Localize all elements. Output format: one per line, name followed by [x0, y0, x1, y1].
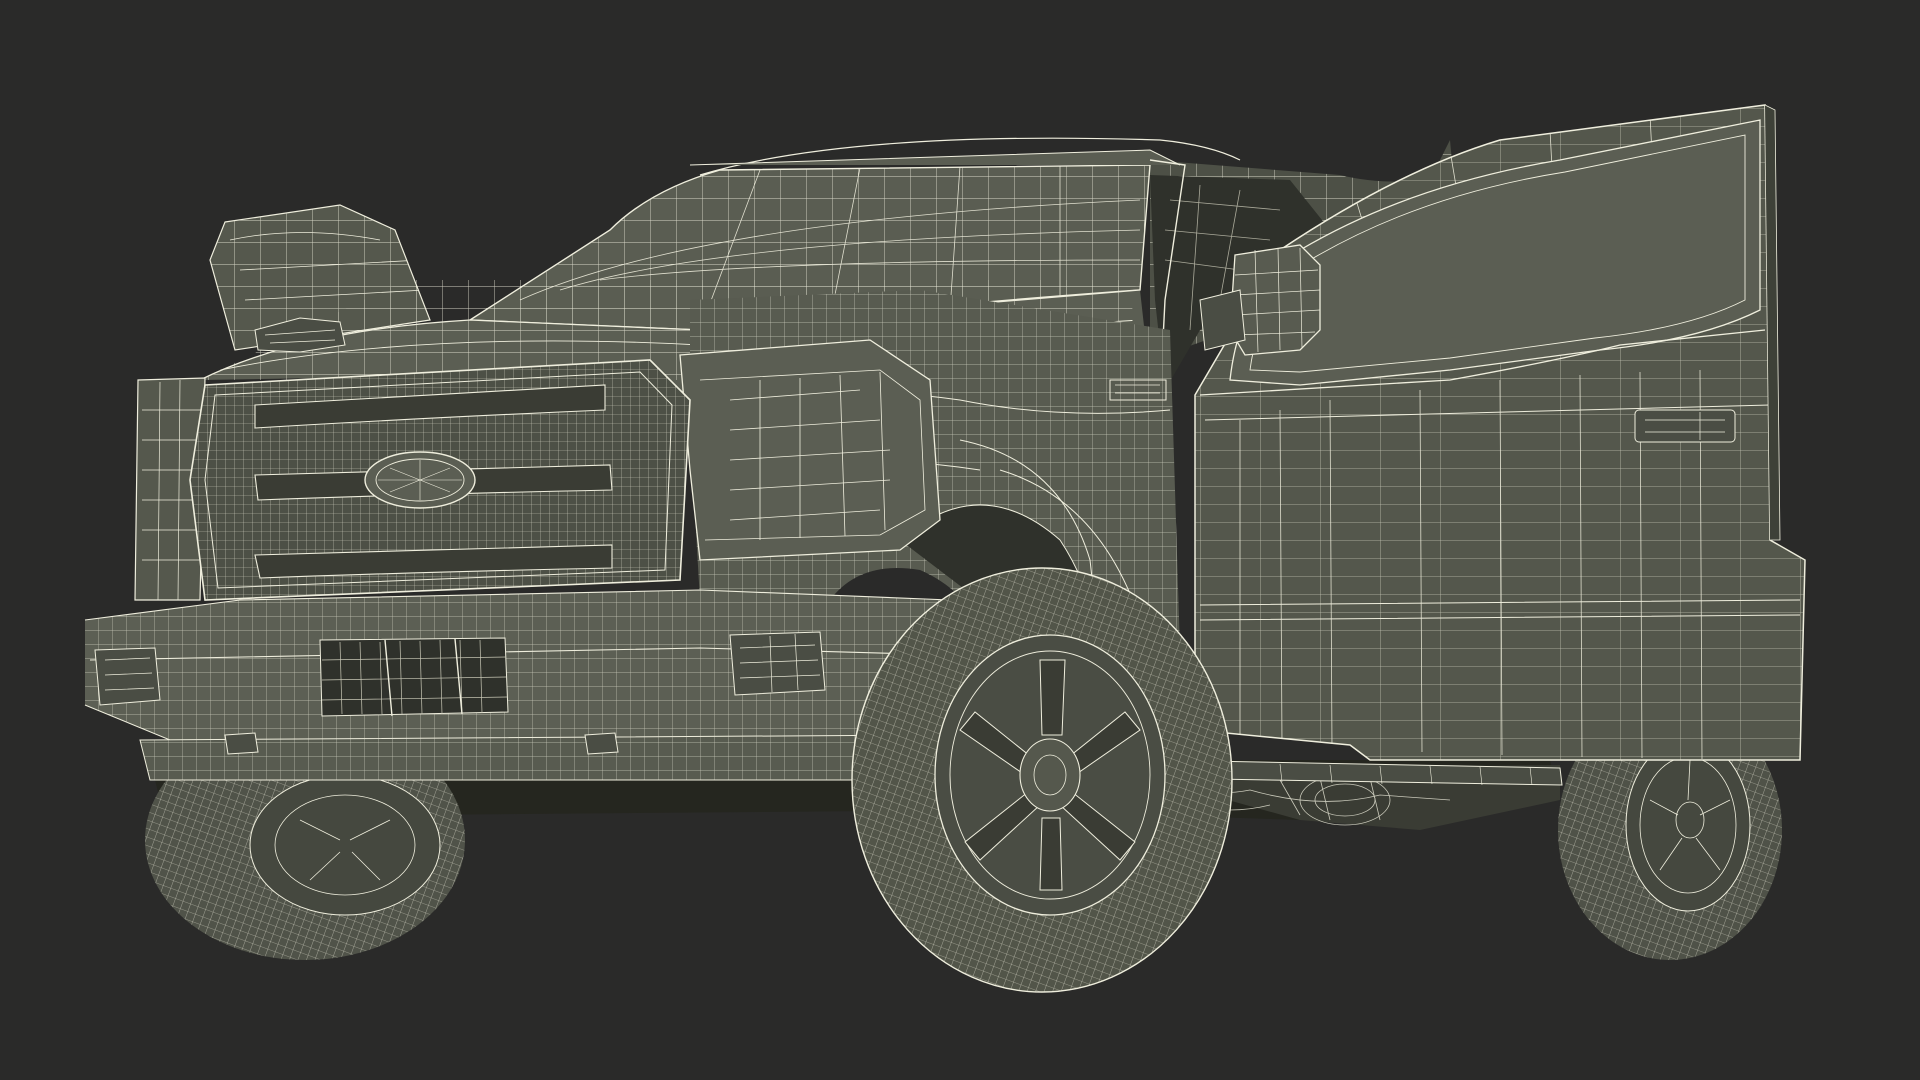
- viewport-canvas: [0, 0, 1920, 1080]
- door-handle: [1634, 409, 1736, 443]
- oval-emblem: [364, 451, 476, 509]
- front-bumper: [84, 589, 956, 746]
- lower-grille: [319, 637, 509, 717]
- right-headlight: [679, 339, 941, 561]
- front-right-hub: [1019, 738, 1081, 812]
- right-fog-light: [729, 631, 826, 696]
- left-fog-light: [94, 647, 161, 706]
- truck-wireframe-render: [84, 104, 1806, 993]
